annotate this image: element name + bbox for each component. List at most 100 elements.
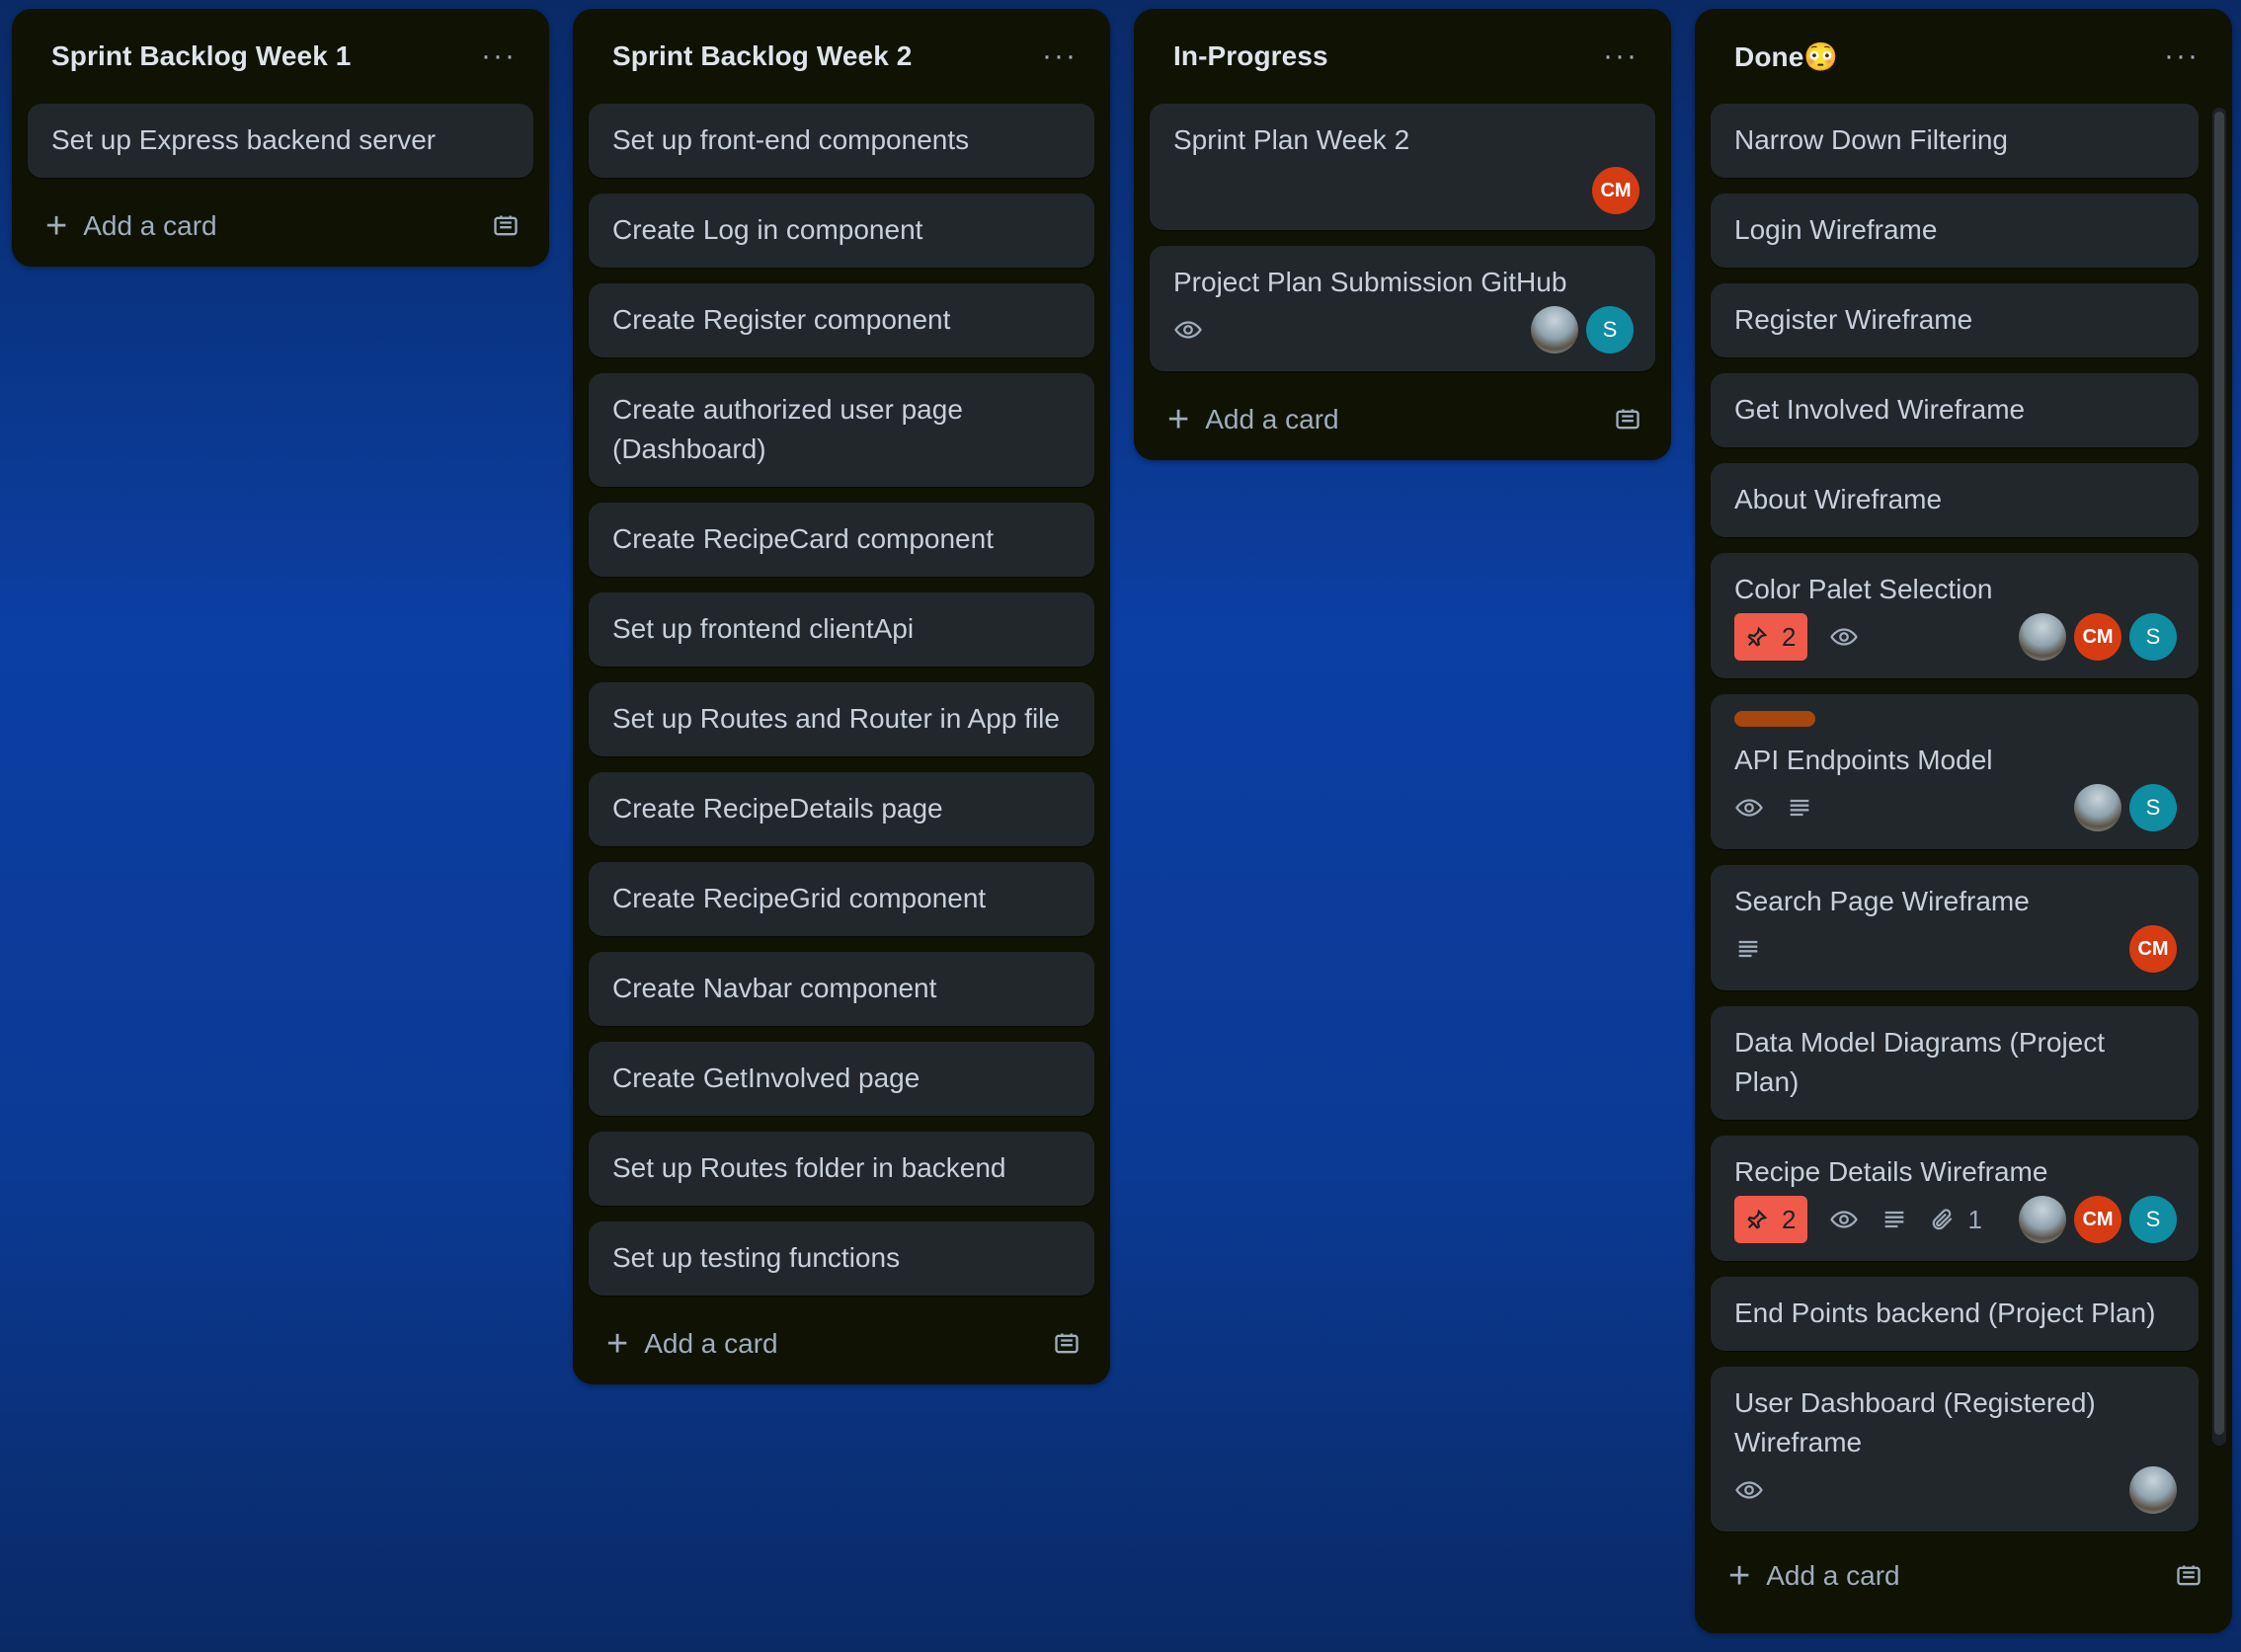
card[interactable]: User Dashboard (Registered) Wireframe xyxy=(1711,1367,2199,1532)
add-card-label: Add a card xyxy=(644,1328,778,1359)
card-title: Set up Routes and Router in App file xyxy=(612,703,1060,734)
card[interactable]: Set up Express backend server xyxy=(28,104,533,178)
card[interactable]: Color Palet Selection 2 CM S xyxy=(1711,553,2199,678)
card-badges: S xyxy=(1734,784,2177,831)
card[interactable]: About Wireframe xyxy=(1711,463,2199,537)
card[interactable]: Register Wireframe xyxy=(1711,283,2199,357)
card[interactable]: Narrow Down Filtering xyxy=(1711,104,2199,178)
card[interactable]: Create authorized user page (Dashboard) xyxy=(589,373,1094,487)
card[interactable]: Set up Routes and Router in App file xyxy=(589,682,1094,756)
card-title: Set up Routes folder in backend xyxy=(612,1152,1006,1183)
card-title: Login Wireframe xyxy=(1734,214,1938,245)
card[interactable]: Create RecipeGrid component xyxy=(589,862,1094,936)
card-title: Create GetInvolved page xyxy=(612,1062,920,1093)
member-avatar[interactable]: CM xyxy=(2074,613,2121,661)
list-menu-button[interactable]: ··· xyxy=(472,41,525,71)
card-badges: S xyxy=(1173,306,1634,354)
card-badges: 2 1 CM S xyxy=(1734,1196,2177,1243)
plus-icon: + xyxy=(45,205,68,247)
card[interactable]: Search Page Wireframe CM xyxy=(1711,865,2199,990)
member-avatar[interactable]: S xyxy=(2129,613,2177,661)
member-avatar[interactable]: CM xyxy=(2129,925,2177,973)
card[interactable]: Sprint Plan Week 2 CM xyxy=(1150,104,1655,230)
card-members: CM S xyxy=(2019,613,2177,661)
watch-eye-icon xyxy=(1734,793,1764,823)
card[interactable]: Set up frontend clientApi xyxy=(589,592,1094,667)
add-card-row: + Add a card xyxy=(589,1303,1094,1384)
card-label-orange[interactable] xyxy=(1734,711,1815,727)
card[interactable]: Create Register component xyxy=(589,283,1094,357)
list-title[interactable]: Sprint Backlog Week 2 xyxy=(612,40,912,72)
vote-badge[interactable]: 2 xyxy=(1734,613,1808,661)
list-scrollbar-thumb[interactable] xyxy=(2214,112,2224,1435)
watch-eye-icon xyxy=(1829,1205,1859,1234)
card-members: S xyxy=(2074,784,2177,831)
card[interactable]: Create Navbar component xyxy=(589,952,1094,1026)
member-avatar[interactable]: CM xyxy=(2074,1196,2121,1243)
list-menu-button[interactable]: ··· xyxy=(2155,41,2208,71)
list-in-progress: In-Progress ··· Sprint Plan Week 2 CM Pr… xyxy=(1134,9,1671,460)
member-avatar-photo[interactable] xyxy=(2074,784,2121,831)
card[interactable]: Create RecipeDetails page xyxy=(589,772,1094,846)
list-menu-button[interactable]: ··· xyxy=(1594,41,1647,71)
add-card-row: + Add a card xyxy=(1711,1535,2216,1616)
description-icon xyxy=(1881,1206,1908,1233)
list-title[interactable]: Done😳 xyxy=(1734,40,1838,73)
card-title: User Dashboard (Registered) Wireframe xyxy=(1734,1387,2096,1457)
card-title: Create RecipeDetails page xyxy=(612,793,943,824)
card[interactable]: End Points backend (Project Plan) xyxy=(1711,1277,2199,1351)
member-avatar-photo[interactable] xyxy=(1531,306,1578,354)
add-card-button[interactable]: + Add a card xyxy=(606,1325,778,1363)
list-menu-button[interactable]: ··· xyxy=(1033,41,1086,71)
member-avatar[interactable]: S xyxy=(1586,306,1634,354)
card[interactable]: Set up testing functions xyxy=(589,1221,1094,1296)
card-title: Sprint Plan Week 2 xyxy=(1173,124,1410,155)
member-avatar[interactable]: S xyxy=(2129,1196,2177,1243)
card[interactable]: Set up front-end components xyxy=(589,104,1094,178)
card-title: End Points backend (Project Plan) xyxy=(1734,1298,2156,1328)
member-avatar-photo[interactable] xyxy=(2129,1466,2177,1514)
card[interactable]: Recipe Details Wireframe 2 1 CM S xyxy=(1711,1136,2199,1261)
member-avatar[interactable]: S xyxy=(2129,784,2177,831)
add-card-button[interactable]: + Add a card xyxy=(1167,401,1339,438)
list-done: Done😳 ··· Narrow Down Filtering Login Wi… xyxy=(1695,9,2232,1633)
card[interactable]: Project Plan Submission GitHub S xyxy=(1150,246,1655,371)
card[interactable]: Login Wireframe xyxy=(1711,194,2199,268)
card[interactable]: Create GetInvolved page xyxy=(589,1042,1094,1116)
list-sprint-backlog-week-1: Sprint Backlog Week 1 ··· Set up Express… xyxy=(12,9,549,267)
list-title[interactable]: Sprint Backlog Week 1 xyxy=(51,40,351,72)
template-icon[interactable] xyxy=(1614,406,1641,433)
card-title: Register Wireframe xyxy=(1734,304,1973,335)
card[interactable]: Create Log in component xyxy=(589,194,1094,268)
watch-eye-icon xyxy=(1734,1475,1764,1505)
thumbtack-icon xyxy=(1747,626,1768,647)
list-header: Sprint Backlog Week 1 ··· xyxy=(28,9,533,104)
card-badges-left: 2 1 xyxy=(1734,1196,1982,1243)
template-icon[interactable] xyxy=(2175,1562,2202,1590)
description-icon xyxy=(1786,794,1813,822)
card[interactable]: Create RecipeCard component xyxy=(589,503,1094,577)
vote-badge[interactable]: 2 xyxy=(1734,1196,1808,1243)
card-title: Create Register component xyxy=(612,304,951,335)
list-title[interactable]: In-Progress xyxy=(1173,40,1328,72)
card-scroll-area[interactable]: Narrow Down Filtering Login Wireframe Re… xyxy=(1711,104,2199,1535)
member-avatar-photo[interactable] xyxy=(2019,1196,2066,1243)
member-avatar[interactable]: CM xyxy=(1592,167,1640,214)
vote-count: 2 xyxy=(1782,621,1797,652)
vote-count: 2 xyxy=(1782,1204,1797,1234)
card-badges-left xyxy=(1734,935,1762,963)
add-card-button[interactable]: + Add a card xyxy=(1728,1557,1900,1595)
list-scrollbar[interactable] xyxy=(2212,108,2226,1446)
card-title: Set up frontend clientApi xyxy=(612,613,915,644)
template-icon[interactable] xyxy=(1053,1330,1080,1358)
card[interactable]: API Endpoints Model S xyxy=(1711,694,2199,849)
card[interactable]: Set up Routes folder in backend xyxy=(589,1132,1094,1206)
template-icon[interactable] xyxy=(492,212,520,240)
member-avatar-photo[interactable] xyxy=(2019,613,2066,661)
add-card-button[interactable]: + Add a card xyxy=(45,207,217,245)
card[interactable]: Get Involved Wireframe xyxy=(1711,373,2199,447)
add-card-row: + Add a card xyxy=(28,186,533,267)
card[interactable]: Data Model Diagrams (Project Plan) xyxy=(1711,1006,2199,1120)
watch-eye-icon xyxy=(1829,622,1859,652)
card-members: CM xyxy=(2129,925,2177,973)
